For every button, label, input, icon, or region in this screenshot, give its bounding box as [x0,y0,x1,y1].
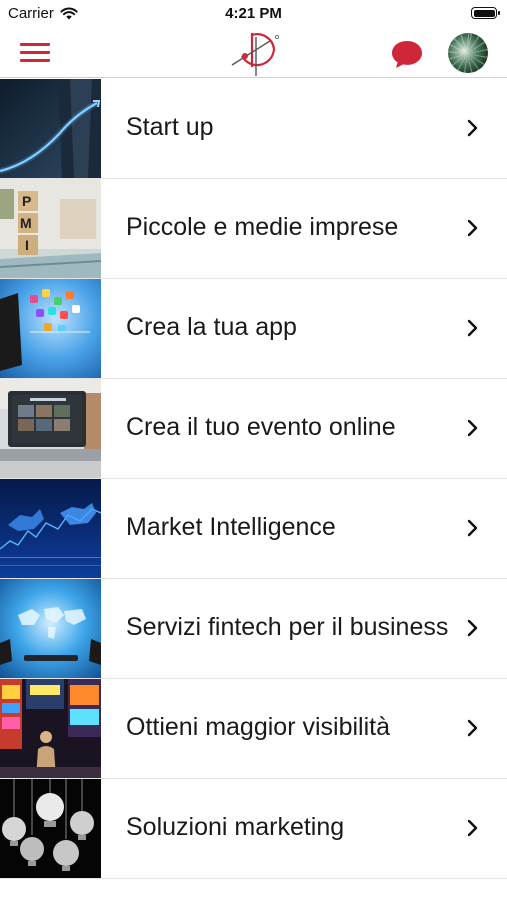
status-time: 4:21 PM [225,5,282,22]
menu-item-label: Soluzioni marketing [126,813,345,841]
menu-item-label: Servizi fintech per il business [126,613,449,641]
thumbnail-laptop-video-conference [0,379,101,478]
menu-item-piccole-medie-imprese[interactable]: P M I Piccole e medie imprese [0,179,507,279]
menu-item-label: Crea il tuo evento online [126,413,396,441]
menu-item-soluzioni-marketing[interactable]: Soluzioni marketing [0,779,507,879]
menu-item-label: Piccole e medie imprese [126,213,399,241]
thumb-text-m: M [20,215,32,231]
menu-item-label: Market Intelligence [126,513,336,541]
chevron-right-icon [467,819,478,837]
brand-logo-icon[interactable] [226,29,282,77]
status-bar: Carrier 4:21 PM [0,0,507,28]
profile-avatar[interactable] [448,33,488,73]
thumb-text-i: I [25,237,29,253]
thumb-text-p: P [22,193,32,209]
chevron-right-icon [467,719,478,737]
thumbnail-pmi-wooden-blocks [0,179,101,278]
thumbnail-world-map-hologram [0,579,101,678]
chevron-right-icon [467,119,478,137]
menu-item-crea-il-tuo-evento-online[interactable]: Crea il tuo evento online [0,379,507,479]
menu-item-start-up[interactable]: Start up [0,79,507,179]
menu-item-crea-la-tua-app[interactable]: Crea la tua app [0,279,507,379]
thumbnail-times-square-billboards [0,679,101,778]
chevron-right-icon [467,419,478,437]
chevron-right-icon [467,219,478,237]
menu-item-label: Crea la tua app [126,313,297,341]
thumbnail-smartphone-app-icons [0,279,101,378]
thumbnail-marketing-lightbulbs [0,779,101,878]
thumbnail-businessman-growth-chart [0,79,101,178]
chevron-right-icon [467,519,478,537]
menu-item-ottieni-maggior-visibilita[interactable]: Ottieni maggior visibilità [0,679,507,779]
menu-item-market-intelligence[interactable]: Market Intelligence [0,479,507,579]
menu-item-label: Ottieni maggior visibilità [126,713,390,741]
hamburger-menu-icon[interactable] [20,42,50,64]
thumbnail-bull-bear-market [0,479,101,578]
chat-bubble-icon[interactable] [390,38,424,70]
menu-item-label: Start up [126,113,214,141]
chevron-right-icon [467,319,478,337]
menu-list: Start up P M I Piccole e medie imprese C… [0,79,507,879]
battery-icon [471,7,500,19]
menu-item-servizi-fintech[interactable]: Servizi fintech per il business [0,579,507,679]
chevron-right-icon [467,619,478,637]
nav-bar [0,28,507,78]
